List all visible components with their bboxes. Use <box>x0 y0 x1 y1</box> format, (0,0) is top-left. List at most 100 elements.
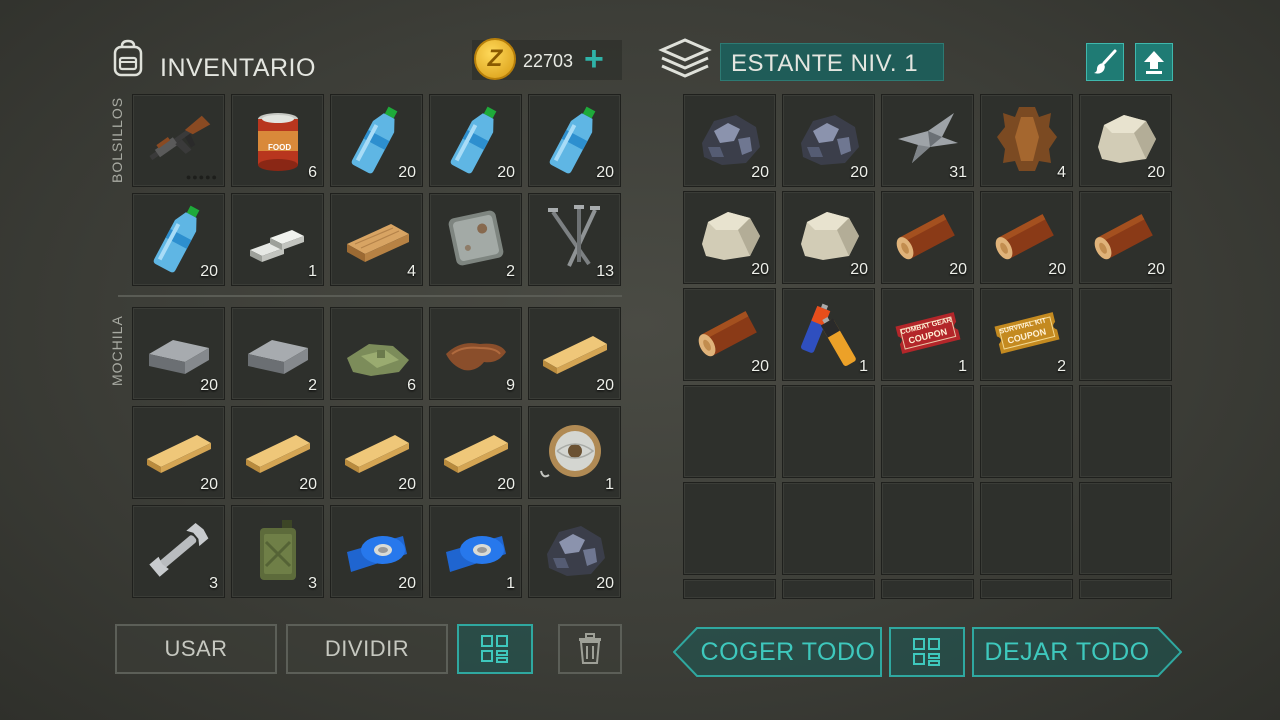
canned-food-icon <box>258 113 298 171</box>
item-slot-wood-board[interactable]: 20 <box>330 406 423 499</box>
item-count: 1 <box>308 263 317 280</box>
add-coins-button[interactable]: + <box>584 41 604 77</box>
empty-slot[interactable] <box>782 385 875 478</box>
item-slot-wood-plank[interactable]: 4 <box>330 193 423 286</box>
empty-slot[interactable] <box>980 482 1073 575</box>
silver-bars-icon <box>250 230 304 262</box>
empty-slot[interactable] <box>683 579 776 599</box>
item-count: 20 <box>751 164 769 181</box>
batteries-icon <box>800 303 856 366</box>
item-slot-iron-bar[interactable]: 2 <box>231 307 324 400</box>
item-count: 20 <box>596 377 614 394</box>
item-slot-water-bottle[interactable]: 20 <box>429 94 522 187</box>
item-slot-animal-hide[interactable]: 4 <box>980 94 1073 187</box>
empty-slot[interactable] <box>980 385 1073 478</box>
item-slot-iron-ore[interactable]: 20 <box>782 94 875 187</box>
empty-slot[interactable] <box>1079 288 1172 381</box>
item-slot-iron-ore[interactable]: 20 <box>683 94 776 187</box>
item-count: 1 <box>859 358 868 375</box>
metal-plate-icon <box>448 210 504 266</box>
item-slot-wood-board[interactable]: 20 <box>231 406 324 499</box>
item-slot-water-bottle[interactable]: 20 <box>528 94 621 187</box>
item-slot-iron-bar[interactable]: 20 <box>132 307 225 400</box>
item-count: 1 <box>958 358 967 375</box>
item-slot-tape[interactable]: 1 <box>429 505 522 598</box>
item-slot-tape[interactable]: 20 <box>330 505 423 598</box>
storage-sort-button[interactable] <box>889 627 965 677</box>
wrench-icon <box>149 523 209 577</box>
sort-grid-icon <box>913 638 940 666</box>
item-slot-log[interactable]: 20 <box>1079 191 1172 284</box>
empty-slot[interactable] <box>881 579 974 599</box>
item-slot-log[interactable]: 20 <box>683 288 776 381</box>
item-count: 6 <box>308 164 317 181</box>
item-count: 3 <box>308 575 317 592</box>
empty-slot[interactable] <box>881 482 974 575</box>
empty-slot[interactable] <box>1079 385 1172 478</box>
item-count: 20 <box>398 164 416 181</box>
item-slot-wood-board[interactable]: 20 <box>132 406 225 499</box>
coin-count: 22703 <box>523 51 574 71</box>
split-button[interactable]: DIVIDIR <box>286 624 448 674</box>
item-slot-batteries[interactable]: 1 <box>782 288 875 381</box>
item-slot-scrap-metal[interactable]: 31 <box>881 94 974 187</box>
shelf-icon <box>658 36 712 84</box>
item-count: 20 <box>949 261 967 278</box>
item-slot-metal-plate[interactable]: 2 <box>429 193 522 286</box>
backpack-icon <box>108 38 148 78</box>
item-slot-wrench[interactable]: 3 <box>132 505 225 598</box>
upload-arrow-icon <box>1144 51 1164 74</box>
empty-slot[interactable] <box>1079 579 1172 599</box>
item-slot-nails[interactable]: 13 <box>528 193 621 286</box>
item-count: 20 <box>751 261 769 278</box>
item-slot-stone[interactable]: 20 <box>782 191 875 284</box>
paint-button[interactable] <box>1086 43 1124 81</box>
item-count: 4 <box>407 263 416 280</box>
item-slot-coupon-gold[interactable]: SURVIVAL KIT COUPON 2 <box>980 288 1073 381</box>
item-count: 2 <box>308 377 317 394</box>
empty-slot[interactable] <box>782 482 875 575</box>
storage-title: ESTANTE NIV. 1 <box>731 50 919 77</box>
sort-button[interactable] <box>457 624 533 674</box>
ak-rifle-icon <box>149 115 211 161</box>
item-slot-log[interactable]: 20 <box>881 191 974 284</box>
item-slot-wire-spool[interactable]: 1 <box>528 406 621 499</box>
drop-all-button[interactable]: DEJAR TODO <box>972 627 1182 677</box>
item-slot-silver-bars[interactable]: 1 <box>231 193 324 286</box>
take-all-button[interactable]: COGER TODO <box>673 627 883 677</box>
empty-slot[interactable] <box>683 482 776 575</box>
item-slot-jerrycan[interactable]: 3 <box>231 505 324 598</box>
cloth-icon <box>347 344 409 376</box>
wood-plank-icon <box>347 224 409 262</box>
empty-slot[interactable] <box>1079 482 1172 575</box>
item-slot-stone[interactable]: 20 <box>1079 94 1172 187</box>
item-slot-ak-rifle[interactable]: ●●●●● <box>132 94 225 187</box>
item-slot-coupon-red[interactable]: COMBAT GEAR COUPON 1 <box>881 288 974 381</box>
empty-slot[interactable] <box>980 579 1073 599</box>
upgrade-button[interactable] <box>1135 43 1173 81</box>
empty-slot[interactable] <box>782 579 875 599</box>
item-count: 20 <box>398 575 416 592</box>
item-count: 20 <box>596 575 614 592</box>
item-slot-water-bottle[interactable]: 20 <box>132 193 225 286</box>
item-slot-water-bottle[interactable]: 20 <box>330 94 423 187</box>
empty-slot[interactable] <box>683 385 776 478</box>
item-slot-wood-board[interactable]: 20 <box>429 406 522 499</box>
item-count: 20 <box>850 164 868 181</box>
item-slot-stone[interactable]: 20 <box>683 191 776 284</box>
item-slot-wood-board[interactable]: 20 <box>528 307 621 400</box>
item-slot-iron-ore[interactable]: 20 <box>528 505 621 598</box>
trash-button[interactable] <box>558 624 622 674</box>
empty-slot[interactable] <box>881 385 974 478</box>
item-slot-canned-food[interactable]: FOOD 6 <box>231 94 324 187</box>
item-count: 13 <box>596 263 614 280</box>
item-slot-log[interactable]: 20 <box>980 191 1073 284</box>
item-count: 20 <box>200 476 218 493</box>
item-slot-leather[interactable]: 9 <box>429 307 522 400</box>
item-slot-cloth[interactable]: 6 <box>330 307 423 400</box>
use-button[interactable]: USAR <box>115 624 277 674</box>
jerrycan-icon <box>260 520 296 580</box>
item-count: 20 <box>1147 164 1165 181</box>
pockets-label: BOLSILLOS <box>109 96 125 183</box>
storage-title-bar: ESTANTE NIV. 1 <box>720 43 944 81</box>
